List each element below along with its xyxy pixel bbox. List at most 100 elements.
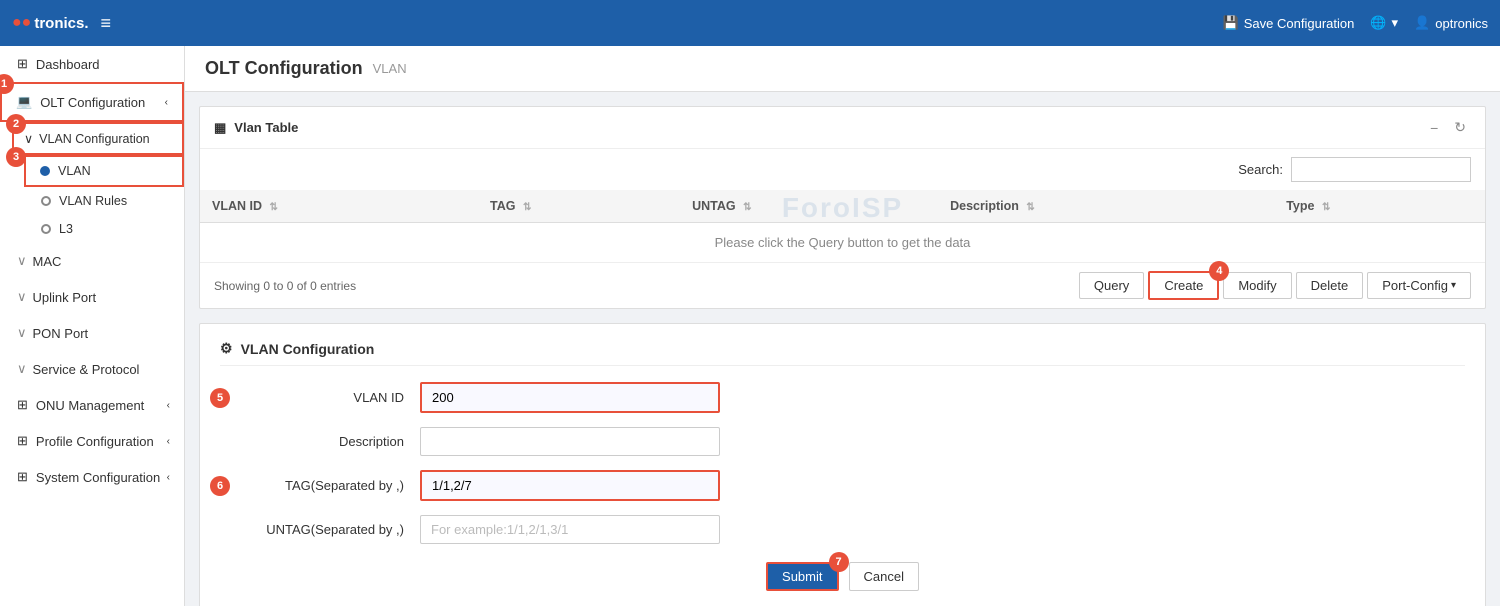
sidebar-label-service: Service & Protocol <box>33 362 140 377</box>
sidebar-label-system: System Configuration <box>36 470 160 485</box>
vlan-id-label: VLAN ID <box>220 390 420 405</box>
sidebar-item-l3[interactable]: L3 <box>24 215 184 243</box>
sidebar-item-mac[interactable]: ∨ MAC <box>0 243 184 279</box>
olt-icon: 💻 <box>16 94 32 110</box>
sidebar-label-vlan-rules: VLAN Rules <box>59 194 127 208</box>
content-area: OLT Configuration VLAN ▦ Vlan Table − ↻ … <box>185 46 1500 606</box>
globe-icon: 🌐 <box>1370 15 1386 31</box>
sidebar-label-uplink: Uplink Port <box>33 290 97 305</box>
onu-chevron: ‹ <box>167 400 170 411</box>
vlan-config-wrapper: ∨ VLAN Configuration 2 <box>12 122 184 155</box>
submit-button[interactable]: Submit <box>766 562 838 591</box>
l3-radio <box>41 224 51 234</box>
create-button[interactable]: Create <box>1148 271 1219 300</box>
save-config-button[interactable]: 💾 Save Configuration <box>1223 15 1355 31</box>
action-buttons: Query Create 4 Modify Delete Port-Config… <box>1079 271 1471 300</box>
delete-button[interactable]: Delete <box>1296 272 1364 299</box>
tag-input[interactable] <box>420 470 720 501</box>
sidebar-item-dashboard[interactable]: ⊞ Dashboard <box>0 46 184 82</box>
col-description: Description ⇅ <box>938 190 1274 223</box>
sidebar-label-olt: OLT Configuration <box>40 95 145 110</box>
sidebar-item-system-config[interactable]: ⊞ System Configuration ‹ <box>0 459 184 495</box>
tag-row: 6 TAG(Separated by ,) <box>220 470 1465 501</box>
language-button[interactable]: 🌐 ▾ <box>1370 15 1398 31</box>
vlan-rules-radio <box>41 196 51 206</box>
sidebar-label-vlan: VLAN <box>58 164 91 178</box>
pon-chevron: ∨ <box>17 325 27 341</box>
col-tag: TAG ⇅ <box>478 190 680 223</box>
table-wrap: VLAN ID ⇅ TAG ⇅ UNTAG ⇅ Description ⇅ Ty… <box>200 190 1485 263</box>
vlan-table-card: ▦ Vlan Table − ↻ Search: VLAN ID ⇅ <box>199 106 1486 309</box>
query-button[interactable]: Query <box>1079 272 1144 299</box>
chevron-down-icon: ∨ <box>24 131 33 146</box>
sidebar-item-olt-config[interactable]: 💻 OLT Configuration ‹ <box>0 82 184 122</box>
vlan-radio <box>40 166 50 176</box>
top-navbar: ●● tronics. ≡ 💾 Save Configuration 🌐 ▾ 👤… <box>0 0 1500 46</box>
vlan-form-card: ⚙ VLAN Configuration 5 VLAN ID Descripti… <box>199 323 1486 606</box>
sidebar-item-uplink-port[interactable]: ∨ Uplink Port <box>0 279 184 315</box>
sidebar-label-profile: Profile Configuration <box>36 434 154 449</box>
form-title-text: VLAN Configuration <box>241 341 375 357</box>
olt-chevron: ‹ <box>165 97 168 108</box>
badge-5: 5 <box>210 388 230 408</box>
logo: ●● tronics. <box>12 14 89 32</box>
cancel-button[interactable]: Cancel <box>849 562 919 591</box>
card-header: ▦ Vlan Table − ↻ <box>200 107 1485 149</box>
system-chevron: ‹ <box>167 472 170 483</box>
search-row: Search: <box>200 149 1485 190</box>
create-wrapper: Create 4 <box>1148 271 1219 300</box>
logo-text: tronics. <box>34 15 88 32</box>
sidebar-item-profile-config[interactable]: ⊞ Profile Configuration ‹ <box>0 423 184 459</box>
refresh-button[interactable]: ↻ <box>1449 117 1471 138</box>
minimize-button[interactable]: − <box>1425 117 1443 138</box>
untag-row: UNTAG(Separated by ,) <box>220 515 1465 544</box>
form-card-title: ⚙ VLAN Configuration <box>220 340 1465 366</box>
sidebar-item-vlan[interactable]: VLAN <box>24 155 184 187</box>
sidebar-sub-vlan: ∨ VLAN Configuration 2 VLAN 3 VLAN Rules <box>0 122 184 243</box>
page-title: OLT Configuration <box>205 58 363 79</box>
port-config-button[interactable]: Port-Config ▾ <box>1367 272 1471 299</box>
profile-chevron: ‹ <box>167 436 170 447</box>
col-vlan-id: VLAN ID ⇅ <box>200 190 478 223</box>
nav-left: ●● tronics. ≡ <box>12 13 111 34</box>
vlan-id-input[interactable] <box>420 382 720 413</box>
user-icon: 👤 <box>1414 15 1430 31</box>
description-row: Description <box>220 427 1465 456</box>
submit-wrapper: 7 Submit <box>766 562 838 591</box>
sidebar-label-onu: ONU Management <box>36 398 144 413</box>
badge-3: 3 <box>6 147 26 167</box>
sidebar-item-vlan-rules[interactable]: VLAN Rules <box>24 187 184 215</box>
modify-button[interactable]: Modify <box>1223 272 1291 299</box>
vlan-rules-wrapper: VLAN Rules <box>12 187 184 215</box>
tag-label: TAG(Separated by ,) <box>220 478 420 493</box>
sidebar-item-vlan-config[interactable]: ∨ VLAN Configuration <box>12 122 184 155</box>
sidebar-item-onu-management[interactable]: ⊞ ONU Management ‹ <box>0 387 184 423</box>
description-input[interactable] <box>420 427 720 456</box>
language-dropdown-arrow: ▾ <box>1392 15 1399 31</box>
table-footer: Showing 0 to 0 of 0 entries Query Create… <box>200 263 1485 308</box>
untag-input[interactable] <box>420 515 720 544</box>
logo-icon: ●● <box>12 14 31 32</box>
user-button[interactable]: 👤 optronics <box>1414 15 1488 31</box>
description-label: Description <box>220 434 420 449</box>
uplink-chevron: ∨ <box>17 289 27 305</box>
sidebar-label-mac: MAC <box>33 254 62 269</box>
col-untag: UNTAG ⇅ <box>680 190 938 223</box>
sidebar-item-service-protocol[interactable]: ∨ Service & Protocol <box>0 351 184 387</box>
olt-config-wrapper: 💻 OLT Configuration ‹ 1 <box>0 82 184 122</box>
search-input[interactable] <box>1291 157 1471 182</box>
vlan-subitem-wrapper: VLAN 3 <box>12 155 184 187</box>
page-subtitle: VLAN <box>373 61 407 76</box>
no-data-row: Please click the Query button to get the… <box>200 223 1485 263</box>
badge-2: 2 <box>6 114 26 134</box>
col-type: Type ⇅ <box>1274 190 1485 223</box>
sidebar-label-l3: L3 <box>59 222 73 236</box>
card-title-text: Vlan Table <box>234 120 298 135</box>
page-header: OLT Configuration VLAN <box>185 46 1500 92</box>
sidebar-item-pon-port[interactable]: ∨ PON Port <box>0 315 184 351</box>
save-icon: 💾 <box>1223 15 1239 31</box>
form-icon: ⚙ <box>220 340 233 357</box>
service-chevron: ∨ <box>17 361 27 377</box>
hamburger-icon[interactable]: ≡ <box>101 13 112 34</box>
user-label: optronics <box>1435 16 1488 31</box>
